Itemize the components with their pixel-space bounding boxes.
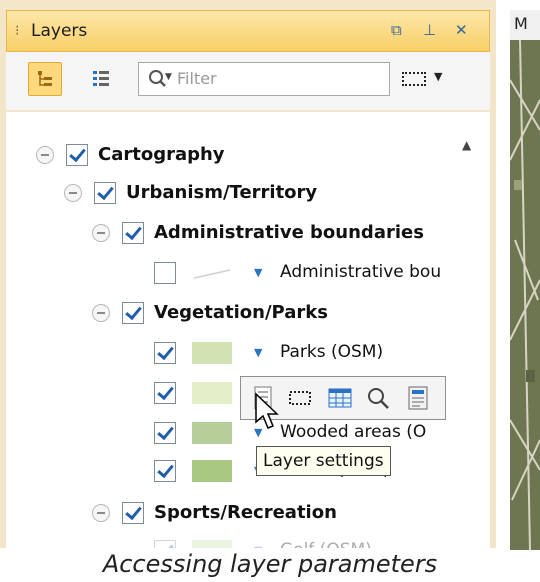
checkbox[interactable] [154, 460, 176, 482]
panel-title: Layers [31, 21, 88, 41]
layer-tree: ▲ Cartography Urbanism/Territory Adminis… [6, 112, 490, 548]
layer-label: Wooded areas (O [280, 422, 427, 442]
group-label: Vegetation/Parks [154, 302, 328, 323]
properties-icon[interactable] [405, 385, 431, 411]
color-swatch [192, 460, 232, 482]
layers-toolbar: ▼ Filter ▼ [6, 52, 490, 110]
checkbox[interactable] [154, 422, 176, 444]
expand-triangle-icon[interactable]: ▼ [254, 266, 262, 279]
color-swatch [192, 382, 232, 404]
list-view-icon [93, 71, 109, 86]
color-swatch [192, 540, 232, 548]
line-symbol-icon [193, 269, 231, 279]
search-options-caret-icon[interactable]: ▼ [165, 72, 172, 82]
checkbox[interactable] [122, 502, 144, 524]
checkbox[interactable] [94, 182, 116, 204]
scroll-up-icon[interactable]: ▲ [462, 138, 471, 152]
map-view[interactable]: M [510, 10, 540, 550]
expand-triangle-icon[interactable]: ▼ [254, 544, 262, 548]
filter-input[interactable]: ▼ Filter [138, 62, 390, 96]
checkbox[interactable] [154, 382, 176, 404]
layer-label: Golf (OSM) [280, 540, 372, 548]
collapse-icon[interactable] [64, 184, 82, 202]
collapse-icon[interactable] [92, 504, 110, 522]
group-label: Sports/Recreation [154, 502, 337, 523]
layers-panel: ⁝ Layers ⧉ ⊥ ✕ ▼ Filter ▼ ▲ Cartography … [0, 0, 496, 548]
mouse-cursor-icon [255, 392, 279, 429]
map-imagery [510, 40, 540, 550]
list-view-button[interactable] [86, 62, 120, 96]
layer-label: Administrative bou [280, 262, 442, 282]
restore-icon[interactable]: ⧉ [391, 21, 402, 39]
grip-icon[interactable]: ⁝ [15, 23, 19, 39]
tree-view-icon [38, 71, 52, 86]
checkbox[interactable] [154, 342, 176, 364]
checkbox[interactable] [154, 540, 176, 548]
expand-triangle-icon[interactable]: ▼ [254, 346, 262, 359]
selection-tool-icon[interactable] [402, 72, 426, 86]
collapse-icon[interactable] [92, 304, 110, 322]
attribute-table-icon[interactable] [327, 385, 353, 411]
selection-dropdown-icon[interactable]: ▼ [434, 70, 442, 83]
close-icon[interactable]: ✕ [455, 21, 468, 39]
group-label: Urbanism/Territory [126, 182, 318, 203]
tree-view-button[interactable] [28, 62, 62, 96]
color-swatch [192, 422, 232, 444]
map-tab[interactable]: M [510, 10, 540, 40]
collapse-icon[interactable] [36, 146, 54, 164]
collapse-icon[interactable] [92, 224, 110, 242]
pin-icon[interactable]: ⊥ [423, 21, 436, 39]
checkbox[interactable] [122, 222, 144, 244]
layers-title-bar[interactable]: ⁝ Layers ⧉ ⊥ ✕ [6, 10, 490, 52]
group-label: Cartography [98, 144, 225, 165]
checkbox[interactable] [154, 262, 176, 284]
checkbox[interactable] [66, 144, 88, 166]
color-swatch [192, 342, 232, 364]
layer-label: Parks (OSM) [280, 342, 384, 362]
group-label: Administrative boundaries [154, 222, 424, 243]
tooltip: Layer settings [256, 446, 391, 476]
figure-caption: Accessing layer parameters [102, 550, 438, 578]
zoom-icon[interactable] [365, 385, 391, 411]
checkbox[interactable] [122, 302, 144, 324]
filter-placeholder: Filter [177, 69, 217, 88]
select-icon[interactable] [287, 385, 313, 411]
